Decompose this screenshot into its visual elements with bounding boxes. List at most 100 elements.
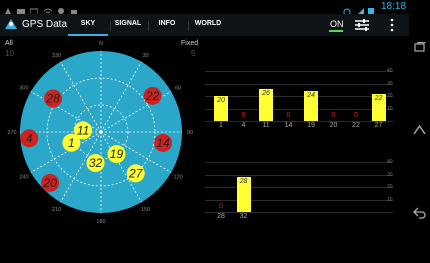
signal-prn-label: 1 [219,122,223,129]
gps-toggle-indicator [329,30,343,32]
main-content: All 10 Fixed 5 N 30 60 90 120 150 180 210 240 270… [0,36,409,258]
signal-gridline [205,71,393,72]
signal-scale-label: 40 [387,159,393,165]
app-logo-icon [4,17,18,31]
photo-icon [17,3,25,15]
satellite-19[interactable]: 19 [107,145,126,164]
azimuth-label: 300 [19,86,28,92]
satellite-prn-label: 28 [45,91,60,105]
azimuth-label: 330 [52,53,61,59]
signal-bars-panel: 40 30 20 10 20 1 0 4 26 11 0 14 24 19 0 20 0 22 22 27 40 30 20… [205,36,393,258]
overflow-menu-icon[interactable] [390,18,394,37]
satellite-32[interactable]: 32 [86,154,105,173]
azimuth-label: 60 [175,86,181,92]
signal-scale-label: 10 [387,105,393,112]
azimuth-label: 120 [173,175,182,181]
bag-icon [70,3,78,16]
azimuth-label: 180 [96,219,105,225]
satellite-22[interactable]: 22 [143,86,162,105]
tab-divider [188,21,189,31]
satellite-prn-label: 22 [145,89,160,103]
status-bar: 18:18 [0,0,409,16]
signal-prn-label: 4 [241,122,246,129]
signal-gridline [205,199,393,201]
signal-prn-label: 20 [329,122,338,129]
signal-value-label: 0 [286,112,291,119]
tab-signal[interactable]: SIGNAL [112,20,144,27]
back-icon[interactable] [413,206,426,224]
signal-value-label: 26 [262,89,270,97]
azimuth-label: 30 [142,53,148,59]
app-title: GPS Data [22,19,68,30]
tab-divider [110,21,111,31]
settings-sliders-icon[interactable] [354,18,370,37]
signal-value-label: 24 [307,92,315,99]
satellite-14[interactable]: 14 [154,133,173,152]
signal-gridline [205,162,393,163]
signal-prn-label: 28 [217,213,225,220]
clock: 18:18 [381,1,407,12]
signal-gridline [205,96,393,97]
signal-gridline [205,108,393,110]
signal-value-label: 0 [354,112,358,119]
signal-scale-label: 30 [387,80,393,87]
signal-gridline [205,83,393,85]
azimuth-label: 240 [19,175,28,181]
signal-prn-label: 27 [374,122,383,129]
signal-icon [356,3,364,16]
signal-gridline [205,187,393,188]
tab-sky[interactable]: SKY [68,20,108,27]
signal-scale-label: 40 [387,68,393,74]
action-bar: GPS Data SKY SIGNAL INFO WORLD ON [0,14,409,38]
azimuth-label: 270 [7,130,16,136]
signal-value-label: 28 [239,178,248,185]
satellite-prn-label: 19 [110,147,124,161]
signal-value-label: 22 [374,94,383,102]
home-icon[interactable] [413,122,426,140]
signal-prn-label: 11 [262,122,270,129]
photo-icon [29,3,39,16]
satellite-4[interactable]: 4 [20,129,39,148]
satellite-prn-label: 32 [89,156,103,170]
azimuth-label: 210 [52,207,61,213]
headset-icon [343,3,351,14]
tab-world[interactable]: WORLD [190,20,226,27]
signal-scale-label: 10 [387,196,393,203]
nav-bar [409,0,430,258]
tab-divider [148,21,149,31]
warning-icon [4,3,12,16]
gps-toggle[interactable]: ON [330,19,344,29]
satellite-prn-label: 14 [156,136,170,150]
satellite-28[interactable]: 28 [44,89,63,108]
azimuth-label: 150 [141,207,150,213]
pin-icon [57,3,65,14]
satellite-prn-label: 1 [68,136,75,150]
signal-value-label: 0 [219,203,223,210]
sky-view: N 30 60 90 120 150 180 210 240 270 300 330 1 4 11 14 19 2… [0,36,205,258]
azimuth-label: 90 [187,130,193,136]
satellite-prn-label: 4 [26,131,33,145]
satellite-prn-label: 11 [77,123,89,137]
tab-info[interactable]: INFO [150,20,184,27]
signal-prn-label: 14 [284,122,293,129]
satellite-20[interactable]: 20 [41,173,60,192]
signal-value-label: 0 [331,112,336,119]
wifi-icon [43,3,53,16]
signal-value-label: 0 [241,112,246,119]
satellite-27[interactable]: 27 [126,164,145,183]
satellite-prn-label: 27 [128,166,144,180]
signal-prn-label: 19 [307,122,315,129]
signal-scale-label: 30 [387,171,393,178]
satellite-11[interactable]: 11 [74,121,93,140]
signal-prn-label: 32 [239,213,248,220]
signal-gridline [205,174,393,176]
azimuth-label: N [99,41,103,47]
signal-value-label: 20 [217,97,225,104]
recent-apps-icon[interactable] [414,39,426,57]
battery-icon [368,3,376,16]
signal-scale-label: 20 [387,184,393,190]
signal-prn-label: 22 [352,122,360,129]
satellite-prn-label: 20 [42,176,57,190]
sky-plot: N306090120150180210240270300330141114192… [7,41,193,225]
zenith-dot [99,130,103,134]
